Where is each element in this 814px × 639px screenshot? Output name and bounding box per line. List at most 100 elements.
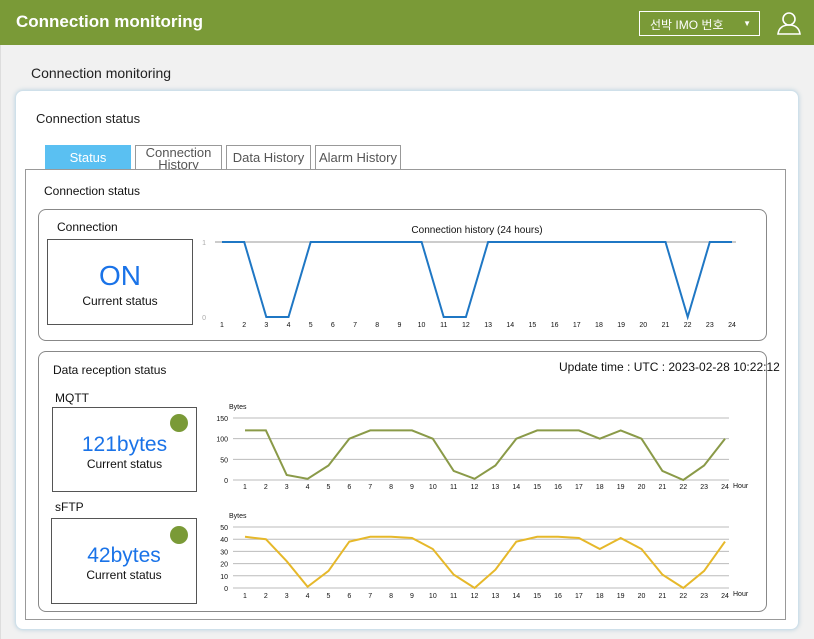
sftp-chart-x-tick: 3 bbox=[285, 593, 289, 600]
sftp-chart-y-tick: 20 bbox=[220, 562, 228, 569]
sftp-chart-x-tick: 10 bbox=[429, 593, 437, 600]
mqtt-chart-x-tick: 4 bbox=[306, 484, 310, 491]
sftp-chart-x-tick: 5 bbox=[327, 593, 331, 600]
connection-status-box: ON Current status bbox=[47, 239, 193, 325]
mqtt-chart-x-tick: 9 bbox=[410, 484, 414, 491]
connection-chart-y-tick: 1 bbox=[202, 240, 206, 247]
sftp-chart-y-tick: 50 bbox=[220, 525, 228, 532]
sftp-chart-x-tick: 13 bbox=[492, 593, 500, 600]
sftp-chart-x-tick: 4 bbox=[306, 593, 310, 600]
connection-chart-x-tick: 5 bbox=[309, 322, 313, 329]
app-title: Connection monitoring bbox=[16, 12, 203, 31]
sftp-chart-x-tick: 1 bbox=[243, 593, 247, 600]
tab-data-history[interactable]: Data History bbox=[226, 145, 311, 170]
mqtt-chart-y-tick: 50 bbox=[220, 457, 228, 464]
mqtt-chart-x-tick: 15 bbox=[533, 484, 541, 491]
connection-chart-x-tick: 19 bbox=[617, 322, 625, 329]
sftp-chart: BytesHour010203040501 2 3 4 5 6 7 8 9 10 11 12 13 14 1… bbox=[220, 513, 749, 600]
mqtt-chart-x-tick: 17 bbox=[575, 484, 583, 491]
sftp-status-dot bbox=[170, 526, 188, 544]
sftp-chart-x-tick: 8 bbox=[389, 593, 393, 600]
connection-chart-x-tick: 16 bbox=[551, 322, 559, 329]
card-title: Connection status bbox=[36, 111, 141, 126]
connection-chart-x-tick: 11 bbox=[440, 322, 447, 329]
mqtt-chart-x-tick: 22 bbox=[679, 484, 687, 491]
connection-chart-x-tick: 9 bbox=[397, 322, 401, 329]
mqtt-chart-x-tick: 5 bbox=[327, 484, 331, 491]
connection-chart-x-tick: 15 bbox=[529, 322, 537, 329]
connection-chart-x-tick: 7 bbox=[353, 322, 357, 329]
connection-chart-title: Connection history (24 hours) bbox=[411, 225, 542, 236]
sftp-chart-series-line bbox=[244, 535, 726, 590]
panel-title: Connection status bbox=[44, 184, 141, 198]
connection-chart-y-tick: 0 bbox=[202, 315, 206, 322]
mqtt-chart-x-tick: 10 bbox=[429, 484, 437, 491]
mqtt-chart-x-tick: 18 bbox=[596, 484, 604, 491]
sftp-chart-x-tick: 14 bbox=[512, 593, 520, 600]
mqtt-value: 121bytes bbox=[81, 433, 168, 456]
mqtt-chart-x-tick: 6 bbox=[347, 484, 351, 491]
connection-chart-x-tick: 22 bbox=[684, 322, 692, 329]
mqtt-chart-y-tick: 100 bbox=[216, 437, 228, 444]
sftp-label: sFTP bbox=[55, 500, 84, 514]
sftp-chart-ylabel: Bytes bbox=[229, 513, 247, 520]
sftp-chart-x-tick: 19 bbox=[617, 593, 625, 600]
mqtt-chart-x-tick: 7 bbox=[368, 484, 372, 491]
sftp-chart-x-tick: 23 bbox=[700, 593, 708, 600]
sftp-chart-x-tick: 20 bbox=[638, 593, 646, 600]
sftp-chart-y-tick: 0 bbox=[224, 586, 228, 593]
tab-alarm-history-label: Alarm History bbox=[318, 150, 397, 165]
mqtt-chart-y-tick: 150 bbox=[216, 416, 228, 423]
mqtt-chart-x-tick: 1 bbox=[243, 484, 247, 491]
update-time: Update time : UTC : 2023-02-28 10:22:12 bbox=[559, 360, 780, 374]
tab-connection-history[interactable]: Connection History bbox=[135, 145, 222, 171]
connection-history-chart: Connection history (24 hours)011 2 3 4 5 6 7 8 9… bbox=[202, 225, 736, 329]
sftp-chart-x-tick: 9 bbox=[410, 593, 414, 600]
mqtt-chart-x-tick: 20 bbox=[638, 484, 646, 491]
mqtt-status-dot bbox=[170, 414, 188, 432]
mqtt-chart-x-tick: 3 bbox=[285, 484, 289, 491]
tab-data-history-label: Data History bbox=[232, 150, 305, 165]
mqtt-chart: BytesHour0501001501 2 3 4 5 6 7 8 9 10 11 12 13 14 15 1… bbox=[216, 404, 749, 491]
tab-status-label: Status bbox=[69, 150, 107, 165]
sftp-chart-x-tick: 6 bbox=[347, 593, 351, 600]
data-reception-label: Data reception status bbox=[53, 363, 167, 377]
mqtt-chart-x-tick: 24 bbox=[721, 484, 729, 491]
mqtt-chart-x-tick: 8 bbox=[389, 484, 393, 491]
mqtt-chart-x-tick: 2 bbox=[264, 484, 268, 491]
sftp-chart-x-tick: 17 bbox=[575, 593, 583, 600]
tab-alarm-history[interactable]: Alarm History bbox=[315, 145, 401, 170]
sftp-chart-x-tick: 21 bbox=[658, 593, 666, 600]
sftp-chart-xlabel: Hour bbox=[733, 591, 749, 598]
page-title: Connection monitoring bbox=[31, 65, 172, 81]
connection-chart-x-tick: 10 bbox=[418, 322, 426, 329]
ship-imo-select[interactable]: 선박 IMO 번호 ▼ bbox=[639, 11, 760, 36]
connection-chart-x-tick: 14 bbox=[506, 322, 514, 329]
tab-status[interactable]: Status bbox=[45, 145, 131, 170]
connection-status-value: ON bbox=[99, 260, 141, 291]
connection-chart-x-tick: 8 bbox=[375, 322, 379, 329]
connection-chart-x-tick: 12 bbox=[462, 322, 470, 329]
mqtt-chart-x-tick: 13 bbox=[492, 484, 500, 491]
user-icon[interactable] bbox=[776, 10, 802, 36]
caret-down-icon: ▼ bbox=[743, 19, 751, 28]
ship-select-value: 선박 IMO 번호 bbox=[650, 18, 724, 32]
sftp-chart-x-tick: 12 bbox=[471, 593, 479, 600]
sftp-caption: Current status bbox=[86, 568, 162, 582]
mqtt-caption: Current status bbox=[86, 457, 163, 471]
connection-chart-series-line bbox=[222, 241, 732, 321]
connection-chart-x-tick: 23 bbox=[706, 322, 714, 329]
mqtt-chart-x-tick: 19 bbox=[617, 484, 625, 491]
mqtt-chart-x-tick: 11 bbox=[450, 484, 457, 491]
mqtt-chart-x-tick: 14 bbox=[512, 484, 520, 491]
mqtt-chart-x-tick: 12 bbox=[471, 484, 479, 491]
connection-chart-x-tick: 2 bbox=[242, 322, 246, 329]
sftp-chart-x-tick: 11 bbox=[450, 593, 457, 600]
sftp-chart-y-tick: 10 bbox=[220, 574, 228, 581]
sftp-chart-x-tick: 24 bbox=[721, 593, 729, 600]
mqtt-chart-x-tick: 23 bbox=[700, 484, 708, 491]
mqtt-chart-xlabel: Hour bbox=[733, 483, 749, 490]
sftp-chart-x-tick: 15 bbox=[533, 593, 541, 600]
mqtt-chart-y-tick: 0 bbox=[224, 478, 228, 485]
sftp-chart-x-tick: 16 bbox=[554, 593, 562, 600]
